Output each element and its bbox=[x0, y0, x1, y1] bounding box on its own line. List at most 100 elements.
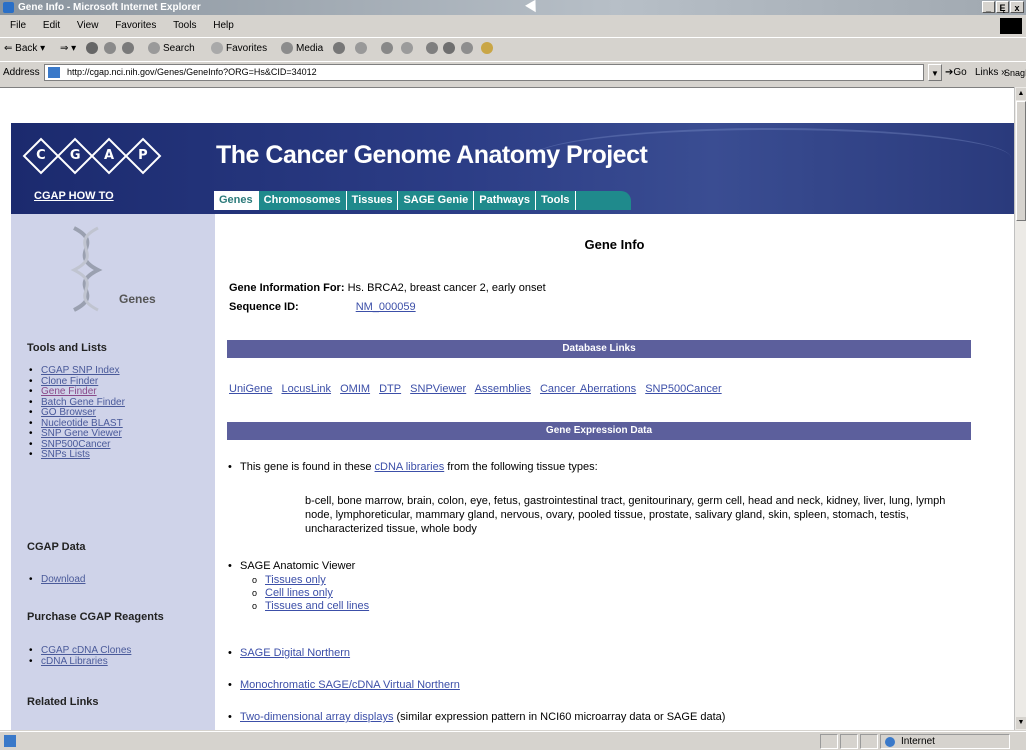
two-d-array-link[interactable]: Two-dimensional array displays bbox=[240, 711, 393, 723]
db-link-unigene[interactable]: UniGene bbox=[229, 383, 272, 395]
toolbar: ⇐ Back ▾ ⇒ ▾ Search Favorites Media bbox=[0, 37, 1026, 59]
address-dropdown-button[interactable]: ▼ bbox=[928, 64, 942, 81]
favorites-label: Favorites bbox=[226, 43, 268, 54]
home-icon[interactable] bbox=[119, 38, 137, 60]
gene-expression-bar: Gene Expression Data bbox=[227, 422, 971, 440]
address-input[interactable]: http://cgap.nci.nih.gov/Genes/GeneInfo?O… bbox=[44, 64, 924, 81]
status-pane bbox=[840, 734, 858, 749]
tab-tools[interactable]: Tools bbox=[536, 191, 576, 210]
logo-letter-a: A bbox=[103, 148, 115, 163]
restore-button[interactable]: Ę bbox=[996, 1, 1009, 13]
search-button[interactable]: Search bbox=[145, 38, 195, 60]
sidebar-item-download[interactable]: Download bbox=[41, 574, 85, 586]
refresh-icon[interactable] bbox=[101, 38, 119, 60]
sidebar-item-snp-gene-viewer[interactable]: SNP Gene Viewer bbox=[41, 428, 125, 440]
sidebar-item-cgap-snp-index[interactable]: CGAP SNP Index bbox=[41, 365, 125, 377]
stop-icon[interactable] bbox=[83, 38, 101, 60]
page-icon bbox=[48, 67, 60, 78]
sidebar-item-cdna-libraries[interactable]: cDNA Libraries bbox=[41, 656, 131, 668]
status-pane bbox=[820, 734, 838, 749]
sequence-id-label: Sequence ID: bbox=[229, 301, 299, 313]
cgap-logo: C G A P bbox=[22, 137, 162, 175]
database-links: UniGene LocusLink OMIM DTP SNPViewer Ass… bbox=[229, 383, 726, 395]
globe-icon bbox=[885, 737, 895, 747]
menu-tools[interactable]: Tools bbox=[173, 20, 196, 31]
address-url: http://cgap.nci.nih.gov/Genes/GeneInfo?O… bbox=[67, 67, 317, 77]
back-button[interactable]: ⇐ Back ▾ bbox=[4, 38, 45, 60]
cell-lines-only-link[interactable]: Cell lines only bbox=[265, 587, 333, 599]
gene-info-value: Hs. BRCA2, breast cancer 2, early onset bbox=[347, 282, 546, 294]
menu-edit[interactable]: Edit bbox=[43, 20, 60, 31]
cgap-howto-link[interactable]: CGAP HOW TO bbox=[34, 190, 114, 202]
ie-logo-icon bbox=[3, 2, 14, 13]
sidebar-item-gene-finder[interactable]: Gene Finder bbox=[41, 386, 125, 398]
mono-northern-item: Monochromatic SAGE/cDNA Virtual Northern bbox=[228, 679, 460, 691]
tab-pathways[interactable]: Pathways bbox=[474, 191, 536, 210]
menu-bar: File Edit View Favorites Tools Help bbox=[0, 17, 1026, 35]
db-link-locuslink[interactable]: LocusLink bbox=[281, 383, 331, 395]
two-d-array-note: (similar expression pattern in NCI60 mic… bbox=[396, 711, 726, 723]
sequence-id-link[interactable]: NM_000059 bbox=[356, 301, 416, 313]
sidebar: Genes Tools and Lists CGAP SNP Index Clo… bbox=[11, 214, 215, 730]
mono-virtual-northern-link[interactable]: Monochromatic SAGE/cDNA Virtual Northern bbox=[240, 679, 460, 691]
tissues-and-cell-lines-link[interactable]: Tissues and cell lines bbox=[265, 600, 369, 612]
scroll-down-button[interactable]: ▼ bbox=[1016, 717, 1026, 729]
media-button[interactable]: Media bbox=[278, 38, 323, 60]
scroll-thumb[interactable] bbox=[1016, 101, 1026, 221]
db-link-dtp[interactable]: DTP bbox=[379, 383, 401, 395]
tissue-types-text: b-cell, bone marrow, brain, colon, eye, … bbox=[305, 495, 946, 535]
reagents-list: CGAP cDNA Clones cDNA Libraries bbox=[41, 645, 131, 668]
snagit-button[interactable]: SnagIt bbox=[1004, 62, 1026, 84]
discuss-icon[interactable] bbox=[423, 38, 441, 60]
sidebar-item-go-browser[interactable]: GO Browser bbox=[41, 407, 125, 419]
db-link-snp500cancer[interactable]: SNP500Cancer bbox=[645, 383, 721, 395]
title-bar: Gene Info - Microsoft Internet Explorer … bbox=[0, 0, 1026, 16]
nav-tabs: Genes Chromosomes Tissues SAGE Genie Pat… bbox=[214, 191, 631, 210]
close-button[interactable]: x bbox=[1010, 1, 1024, 13]
sage-digital-northern-link[interactable]: SAGE Digital Northern bbox=[240, 647, 350, 659]
page-title: Gene Info bbox=[584, 237, 645, 252]
sequence-id-line: Sequence ID: NM_000059 bbox=[229, 301, 416, 313]
gene-info-label: Gene Information For: bbox=[229, 282, 345, 294]
mail-icon[interactable] bbox=[352, 38, 370, 60]
menu-view[interactable]: View bbox=[77, 20, 99, 31]
window-title: Gene Info - Microsoft Internet Explorer bbox=[18, 2, 201, 13]
research-icon[interactable] bbox=[458, 38, 476, 60]
back-label: Back bbox=[15, 43, 38, 54]
print-icon[interactable] bbox=[378, 38, 396, 60]
menu-favorites[interactable]: Favorites bbox=[115, 20, 156, 31]
mouse-cursor-icon bbox=[525, 0, 541, 16]
tab-sage-genie[interactable]: SAGE Genie bbox=[398, 191, 475, 210]
tab-chromosomes[interactable]: Chromosomes bbox=[258, 191, 347, 210]
cdna-libraries-link[interactable]: cDNA libraries bbox=[375, 461, 445, 473]
sage-viewer-sublist: Tissues only Cell lines only Tissues and… bbox=[265, 574, 369, 613]
edit-icon[interactable] bbox=[398, 38, 416, 60]
browser-window: Gene Info - Microsoft Internet Explorer … bbox=[0, 0, 1026, 750]
menu-file[interactable]: File bbox=[10, 20, 26, 31]
db-link-snpviewer[interactable]: SNPViewer bbox=[410, 383, 466, 395]
cdna-libraries-item: This gene is found in these cDNA librari… bbox=[228, 461, 598, 473]
menu-help[interactable]: Help bbox=[213, 20, 234, 31]
scroll-up-button[interactable]: ▲ bbox=[1016, 88, 1026, 100]
addon-icon[interactable] bbox=[478, 38, 496, 60]
vertical-scrollbar[interactable]: ▲ ▼ bbox=[1014, 87, 1026, 730]
sidebar-item-cgap-cdna-clones[interactable]: CGAP cDNA Clones bbox=[41, 645, 131, 657]
favorites-button[interactable]: Favorites bbox=[208, 38, 267, 60]
sidebar-item-snps-lists[interactable]: SNPs Lists bbox=[41, 449, 125, 461]
tab-tissues[interactable]: Tissues bbox=[346, 191, 399, 210]
db-link-assemblies[interactable]: Assemblies bbox=[475, 383, 531, 395]
minimize-button[interactable]: _ bbox=[982, 1, 995, 13]
history-icon[interactable] bbox=[330, 38, 348, 60]
address-label: Address bbox=[3, 67, 40, 78]
tab-genes[interactable]: Genes bbox=[214, 191, 259, 210]
go-button[interactable]: ➔Go bbox=[945, 62, 967, 84]
db-link-omim[interactable]: OMIM bbox=[340, 383, 370, 395]
links-button[interactable]: Links » bbox=[975, 62, 1007, 84]
messenger-icon[interactable] bbox=[440, 38, 458, 60]
tab-bar-tail bbox=[575, 191, 631, 210]
db-link-cancer-aberrations[interactable]: Cancer Aberrations bbox=[540, 383, 636, 395]
tissues-only-link[interactable]: Tissues only bbox=[265, 574, 326, 586]
logo-letter-p: P bbox=[138, 148, 148, 163]
forward-button[interactable]: ⇒ ▾ bbox=[60, 38, 76, 60]
gene-info-line: Gene Information For: Hs. BRCA2, breast … bbox=[229, 282, 546, 294]
